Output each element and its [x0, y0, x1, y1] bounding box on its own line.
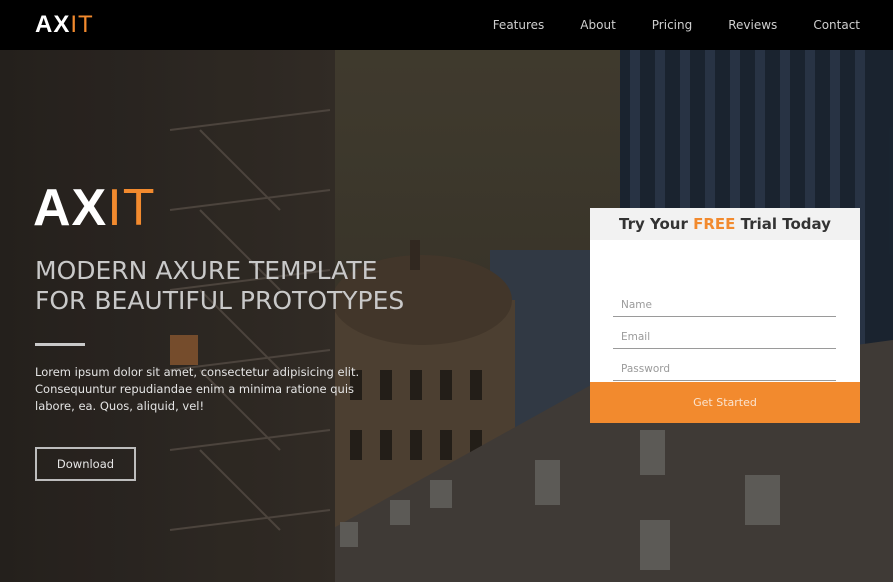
- nav-link-about[interactable]: About: [580, 18, 615, 32]
- name-field[interactable]: [613, 295, 836, 317]
- trial-form-body: [590, 240, 860, 382]
- download-button[interactable]: Download: [35, 447, 136, 481]
- nav-logo-accent: IT: [70, 11, 94, 38]
- nav-links: Features About Pricing Reviews Contact: [457, 0, 860, 50]
- nav-logo-primary: AX: [35, 11, 71, 38]
- trial-title-prefix: Try Your: [619, 215, 694, 233]
- get-started-button[interactable]: Get Started: [590, 382, 860, 423]
- nav-link-reviews[interactable]: Reviews: [728, 18, 777, 32]
- hero-divider: [35, 343, 85, 346]
- nav-link-features[interactable]: Features: [493, 18, 545, 32]
- nav-logo[interactable]: AXIT: [35, 11, 94, 39]
- hero-logo: AXIT: [33, 180, 155, 236]
- top-navbar: AXIT Features About Pricing Reviews Cont…: [0, 0, 893, 50]
- hero-title: MODERN AXURE TEMPLATE FOR BEAUTIFUL PROT…: [35, 256, 455, 316]
- nav-link-contact[interactable]: Contact: [813, 18, 860, 32]
- hero-logo-accent: IT: [107, 179, 156, 237]
- trial-title-suffix: Trial Today: [735, 215, 831, 233]
- hero-title-line-1: MODERN AXURE TEMPLATE: [35, 256, 378, 285]
- password-field[interactable]: [613, 359, 836, 381]
- nav-link-pricing[interactable]: Pricing: [652, 18, 692, 32]
- email-field[interactable]: [613, 327, 836, 349]
- trial-title-highlight: FREE: [693, 215, 736, 233]
- hero-title-line-2: FOR BEAUTIFUL PROTOTYPES: [35, 286, 405, 315]
- hero-description: Lorem ipsum dolor sit amet, consectetur …: [35, 365, 360, 413]
- trial-card-header: Try Your FREE Trial Today: [590, 208, 860, 240]
- hero-logo-primary: AX: [33, 179, 108, 237]
- trial-signup-card: Try Your FREE Trial Today Get Started: [590, 208, 860, 423]
